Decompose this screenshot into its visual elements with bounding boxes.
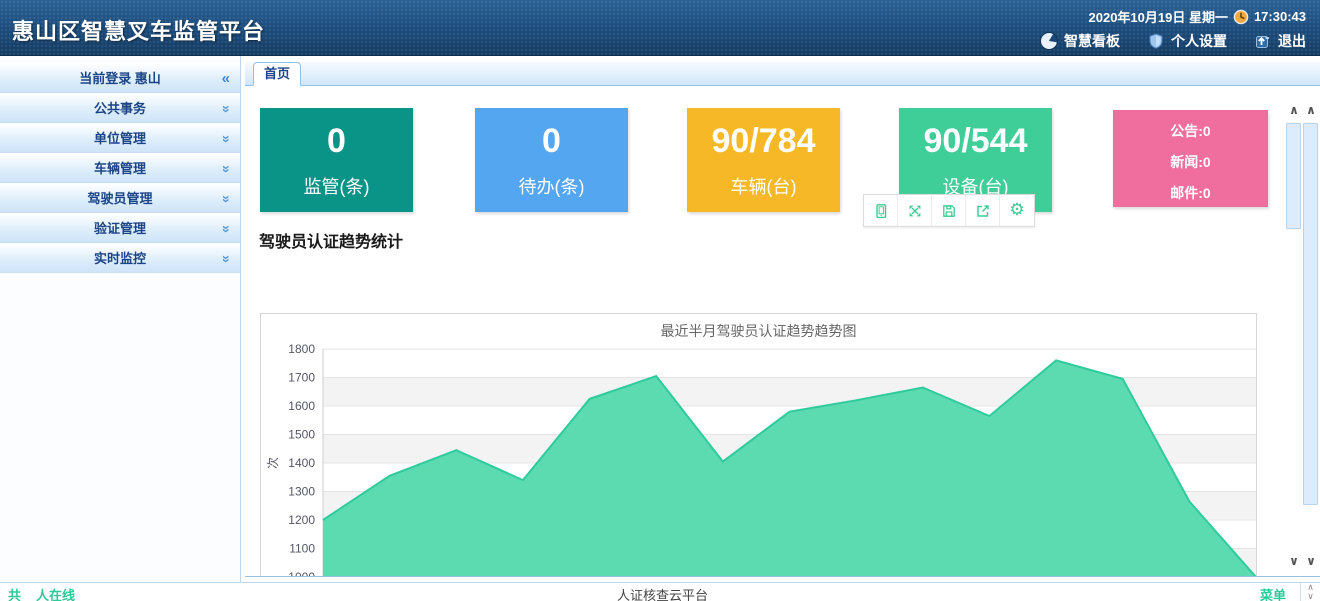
chevron-double-down-icon: »: [220, 105, 234, 111]
chevron-double-left-icon[interactable]: «: [222, 64, 230, 93]
export-icon[interactable]: [966, 195, 1000, 226]
spinner-down-icon[interactable]: ∨: [1307, 591, 1314, 601]
notice-news: 新闻:0: [1113, 147, 1268, 178]
menu-item-label: 智慧看板: [1064, 31, 1120, 51]
chevron-double-down-icon: »: [220, 225, 234, 231]
footer-spinner[interactable]: ∧∨: [1300, 583, 1320, 601]
menu-item-label: 退出: [1278, 31, 1306, 51]
stat-value: 0: [260, 122, 413, 161]
save-image-icon[interactable]: [932, 195, 966, 226]
section-title: 驾驶员认证趋势统计: [259, 228, 403, 252]
sidebar-current-login[interactable]: 当前登录 惠山 «: [0, 63, 240, 93]
scroll-down-icon[interactable]: ∨: [1303, 554, 1319, 568]
sidebar-item-vehicle-management[interactable]: 车辆管理 »: [0, 153, 240, 183]
header-menu: 智慧看板 个人设置 退出: [1041, 31, 1306, 51]
stat-label: 监管(条): [260, 173, 413, 199]
svg-text:1100: 1100: [289, 542, 315, 556]
chart-toolbox: ⚙: [863, 194, 1035, 227]
sidebar-item-label: 实时监控: [94, 251, 146, 266]
scroll-up-icon[interactable]: ∧: [1303, 103, 1319, 117]
stat-card-vehicles[interactable]: 90/784 车辆(台): [687, 108, 840, 212]
svg-text:1400: 1400: [288, 456, 315, 470]
online-count-suffix: 人在线: [36, 585, 75, 601]
sidebar-item-label: 单位管理: [94, 131, 146, 146]
outer-scrollbar-thumb[interactable]: [1303, 123, 1318, 505]
clock-icon: [1233, 9, 1249, 25]
pie-chart-icon: [1041, 33, 1057, 49]
scroll-up-icon[interactable]: ∧: [1286, 103, 1302, 117]
trend-area-chart: 1800 1700 1600 1500 1400 1300 1200 1100 1000 次: [261, 314, 1256, 577]
sidebar-item-label: 车辆管理: [94, 161, 146, 176]
settings-gear-icon[interactable]: ⚙: [1000, 195, 1034, 226]
svg-text:1600: 1600: [288, 399, 315, 413]
menu-item-label: 个人设置: [1171, 31, 1227, 51]
sidebar-item-label: 公共事务: [94, 101, 146, 116]
chevron-double-down-icon: »: [220, 195, 234, 201]
sidebar: 当前登录 惠山 « 公共事务 » 单位管理 » 车辆管理 » 驾驶员管理 » 验…: [0, 56, 241, 583]
stat-value: 0: [475, 122, 628, 161]
sidebar-item-public-affairs[interactable]: 公共事务 »: [0, 93, 240, 123]
stat-card-supervision[interactable]: 0 监管(条): [260, 108, 413, 212]
logout-icon: [1255, 33, 1271, 49]
svg-text:1700: 1700: [288, 371, 315, 385]
inner-scrollbar-thumb[interactable]: [1286, 123, 1301, 229]
stat-value: 90/784: [687, 122, 840, 161]
stat-label: 待办(条): [475, 173, 628, 199]
sidebar-item-label: 验证管理: [94, 221, 146, 236]
datetime-row: 2020年10月19日 星期一 17:30:43: [1089, 7, 1307, 26]
current-login-label: 当前登录 惠山: [79, 71, 161, 86]
scroll-down-icon[interactable]: ∨: [1286, 554, 1302, 568]
chevron-double-down-icon: »: [220, 255, 234, 261]
online-count-prefix: 共: [8, 585, 21, 601]
menu-item-logout[interactable]: 退出: [1255, 31, 1306, 51]
chevron-double-down-icon: »: [220, 135, 234, 141]
stat-label: 车辆(台): [687, 173, 840, 199]
sidebar-item-unit-management[interactable]: 单位管理 »: [0, 123, 240, 153]
menu-item-dashboard[interactable]: 智慧看板: [1041, 31, 1120, 51]
time-label: 17:30:43: [1254, 9, 1306, 24]
main-content: 0 监管(条) 0 待办(条) 90/784 车辆(台) 90/544 设备(台…: [245, 86, 1320, 577]
sidebar-item-verification-management[interactable]: 验证管理 »: [0, 213, 240, 243]
fullscreen-icon[interactable]: [898, 195, 932, 226]
sidebar-item-label: 驾驶员管理: [87, 191, 152, 206]
footer-platform-label: 人证核查云平台: [617, 585, 708, 601]
sidebar-item-driver-management[interactable]: 驾驶员管理 »: [0, 183, 240, 213]
svg-text:1200: 1200: [288, 513, 315, 527]
footer: 共 人在线 人证核查云平台 菜单 ∧∨: [0, 582, 1320, 601]
chart-title: 最近半月驾驶员认证趋势趋势图: [261, 321, 1256, 341]
chevron-double-down-icon: »: [220, 165, 234, 171]
date-label: 2020年10月19日 星期一: [1089, 7, 1228, 26]
svg-text:1800: 1800: [288, 342, 315, 356]
notice-mail: 邮件:0: [1113, 178, 1268, 209]
svg-text:次: 次: [266, 457, 280, 469]
tab-home[interactable]: 首页: [253, 62, 301, 86]
menu-item-personal-settings[interactable]: 个人设置: [1148, 31, 1227, 51]
trend-chart-panel: 最近半月驾驶员认证趋势趋势图 1800170016001500140013001…: [260, 313, 1257, 577]
svg-text:1500: 1500: [288, 428, 315, 442]
app-title: 惠山区智慧叉车监管平台: [12, 14, 265, 46]
svg-text:1300: 1300: [288, 485, 315, 499]
svg-text:1000: 1000: [288, 570, 315, 577]
stat-value: 90/544: [899, 122, 1052, 161]
shield-icon: [1148, 33, 1164, 49]
sidebar-item-realtime-monitoring[interactable]: 实时监控 »: [0, 243, 240, 273]
mobile-view-icon[interactable]: [864, 195, 898, 226]
tab-bar: 首页: [245, 62, 1320, 86]
page: 惠山区智慧叉车监管平台 2020年10月19日 星期一 17:30:43 智慧看…: [0, 0, 1320, 601]
footer-menu-link[interactable]: 菜单: [1260, 585, 1286, 601]
notice-announcements: 公告:0: [1113, 116, 1268, 147]
app-header: 惠山区智慧叉车监管平台 2020年10月19日 星期一 17:30:43 智慧看…: [0, 0, 1320, 56]
stat-card-todo[interactable]: 0 待办(条): [475, 108, 628, 212]
notice-card[interactable]: 公告:0 新闻:0 邮件:0: [1113, 110, 1268, 207]
